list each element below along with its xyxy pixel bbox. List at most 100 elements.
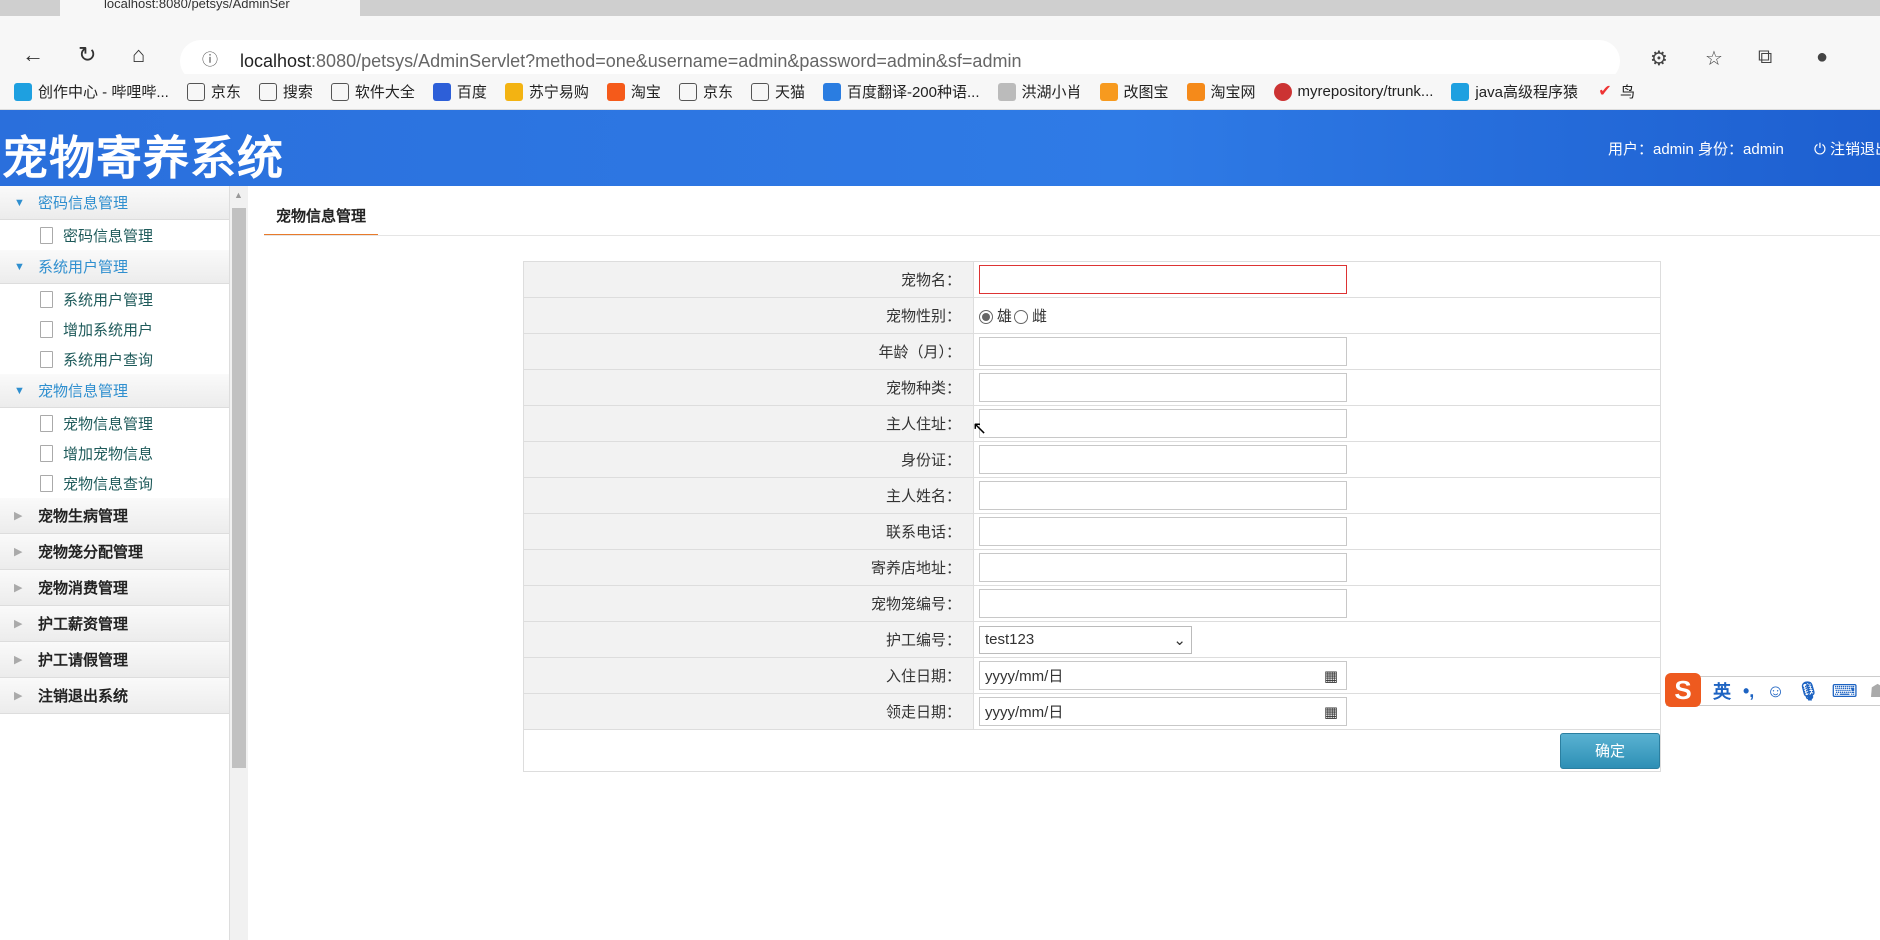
tab-pet-info[interactable]: 宠物信息管理 xyxy=(264,200,378,236)
sidebar-item[interactable]: 系统用户查询 xyxy=(0,344,229,374)
owner-name-input[interactable] xyxy=(979,481,1347,510)
bookmark-label: 搜索 xyxy=(282,84,313,101)
item-label: 增加系统用户 xyxy=(63,321,154,339)
page-icon xyxy=(330,82,349,101)
caret-right-icon: ▶ xyxy=(14,618,23,630)
sidebar: ▼ 密码信息管理 密码信息管理 ▼ 系统用户管理 系统用户管理 增加系统用户 系统用… xyxy=(0,186,230,940)
browser-tab-strip: localhost:8080/petsys/AdminSer xyxy=(0,0,1880,16)
calendar-icon[interactable]: ▦ xyxy=(1324,667,1338,685)
pet-name-input[interactable] xyxy=(979,265,1347,294)
bookmark[interactable]: ✔ 鸟 xyxy=(1596,81,1635,102)
group-label: 宠物笼分配管理 xyxy=(38,544,144,561)
sidebar-group-users[interactable]: ▼ 系统用户管理 xyxy=(0,250,229,284)
bookmark[interactable]: myrepository/trunk... xyxy=(1273,82,1434,101)
back-icon[interactable]: ← xyxy=(22,42,44,68)
user-icon[interactable]: ☗ xyxy=(1870,681,1880,702)
shop-address-input[interactable] xyxy=(979,553,1347,582)
bookmark-label: myrepository/trunk... xyxy=(1297,83,1434,100)
ime-mode[interactable]: 英 xyxy=(1713,678,1731,704)
home-icon[interactable]: ⌂ xyxy=(132,42,145,68)
bookmark[interactable]: 百度 xyxy=(432,81,487,102)
caret-right-icon: ▶ xyxy=(14,510,23,522)
field-label: 年龄（月）： xyxy=(523,333,974,370)
checkin-date-input[interactable]: yyyy/mm/日 ▦ xyxy=(979,661,1347,690)
field-label: 身份证： xyxy=(523,441,974,478)
power-icon: ⏻ xyxy=(1814,141,1826,158)
bookmark-label: 创作中心 - 哔哩哔... xyxy=(38,84,169,101)
favorites-icon[interactable]: ☆ xyxy=(1705,46,1723,71)
cage-number-input[interactable] xyxy=(979,589,1347,618)
sidebar-group-collapsed[interactable]: ▶ 宠物笼分配管理 xyxy=(0,534,229,570)
sidebar-item[interactable]: 增加宠物信息 xyxy=(0,438,229,468)
browser-tab[interactable]: localhost:8080/petsys/AdminSer xyxy=(60,0,360,16)
age-input[interactable] xyxy=(979,337,1347,366)
bookmark[interactable]: 洪湖小肖 xyxy=(997,81,1082,102)
sidebar-group-pets[interactable]: ▼ 宠物信息管理 xyxy=(0,374,229,408)
sex-radio-female[interactable] xyxy=(1014,310,1029,325)
bookmark[interactable]: 改图宝 xyxy=(1099,81,1169,102)
sidebar-item[interactable]: 宠物信息查询 xyxy=(0,468,229,498)
group-label: 宠物生病管理 xyxy=(38,508,129,525)
bilibili-icon xyxy=(14,82,32,101)
sidebar-group-password[interactable]: ▼ 密码信息管理 xyxy=(0,186,229,220)
field-label: 宠物名： xyxy=(523,261,974,298)
sidebar-scrollbar[interactable]: ▲ xyxy=(230,186,248,940)
bookmark[interactable]: 苏宁易购 xyxy=(504,81,589,102)
bookmark[interactable]: 天猫 xyxy=(750,81,805,102)
punctuation-icon[interactable]: •, xyxy=(1743,681,1754,702)
bookmark-label: java高级程序猿 xyxy=(1475,84,1578,101)
bookmark[interactable]: 百度翻译-200种语... xyxy=(822,81,980,102)
sidebar-group-collapsed[interactable]: ▶ 护工请假管理 xyxy=(0,642,229,678)
profile-icon[interactable]: ● xyxy=(1816,46,1828,69)
sidebar-group-collapsed[interactable]: ▶ 宠物消费管理 xyxy=(0,570,229,606)
bookmark[interactable]: java高级程序猿 xyxy=(1451,81,1578,102)
emoji-icon[interactable]: ☺ xyxy=(1766,681,1784,702)
sidebar-item[interactable]: 系统用户管理 xyxy=(0,284,229,314)
sidebar-item[interactable]: 密码信息管理 xyxy=(0,220,229,250)
bookmark-label: 淘宝 xyxy=(630,84,661,101)
bookmark[interactable]: 淘宝 xyxy=(606,81,661,102)
document-icon xyxy=(40,474,53,492)
refresh-icon[interactable]: ↻ xyxy=(78,42,96,68)
sidebar-item[interactable]: 宠物信息管理 xyxy=(0,408,229,438)
bookmark[interactable]: 京东 xyxy=(678,81,733,102)
worker-select[interactable]: test123 ⌄ xyxy=(979,625,1192,654)
pickup-date-input[interactable]: yyyy/mm/日 ▦ xyxy=(979,697,1347,726)
select-value: test123 xyxy=(985,631,1035,648)
submit-button[interactable]: 确定 xyxy=(1560,732,1660,769)
scroll-thumb[interactable] xyxy=(232,208,246,768)
bookmark[interactable]: 搜索 xyxy=(258,81,313,102)
group-label: 护工请假管理 xyxy=(38,652,129,669)
phone-input[interactable] xyxy=(979,517,1347,546)
keyboard-icon[interactable]: ⌨ xyxy=(1832,681,1858,702)
ime-toolbar[interactable]: S 英 •, ☺ 🎙 ⌨ ☗ xyxy=(1665,673,1880,707)
field-label: 宠物性别： xyxy=(523,297,974,334)
sidebar-group-collapsed[interactable]: ▶ 护工薪资管理 xyxy=(0,606,229,642)
taobao-icon xyxy=(1186,82,1205,101)
microphone-icon[interactable]: 🎙 xyxy=(1797,681,1820,702)
extensions-icon[interactable]: ⚙ xyxy=(1650,46,1668,71)
bookmark-label: 百度 xyxy=(456,84,487,101)
owner-address-input[interactable] xyxy=(979,409,1347,438)
scroll-up-icon[interactable]: ▲ xyxy=(234,190,243,200)
sex-radio-male[interactable] xyxy=(979,310,993,325)
bookmark[interactable]: 创作中心 - 哔哩哔... xyxy=(14,81,169,102)
bookmark[interactable]: 软件大全 xyxy=(330,81,415,102)
sidebar-group-collapsed[interactable]: ▶ 注销退出系统 xyxy=(0,678,229,714)
date-placeholder: yyyy/mm/日 xyxy=(985,704,1064,721)
sidebar-group-collapsed[interactable]: ▶ 宠物生病管理 xyxy=(0,498,229,534)
pet-type-input[interactable] xyxy=(979,373,1347,402)
field-label: 入住日期： xyxy=(523,657,974,694)
collections-icon[interactable]: ⧉ xyxy=(1758,46,1772,69)
bookmark[interactable]: 淘宝网 xyxy=(1186,81,1256,102)
calendar-icon[interactable]: ▦ xyxy=(1324,703,1338,721)
caret-right-icon: ▶ xyxy=(14,582,23,594)
radio-label: 雄 xyxy=(997,308,1013,325)
sidebar-item[interactable]: 增加系统用户 xyxy=(0,314,229,344)
bookmark[interactable]: 京东 xyxy=(186,81,241,102)
radio-label: 雌 xyxy=(1032,308,1048,325)
logout-link[interactable]: ⏻ 注销退出 xyxy=(1814,138,1880,159)
id-card-input[interactable] xyxy=(979,445,1347,474)
item-label: 密码信息管理 xyxy=(63,227,154,245)
bookmark-label: 软件大全 xyxy=(354,84,415,101)
